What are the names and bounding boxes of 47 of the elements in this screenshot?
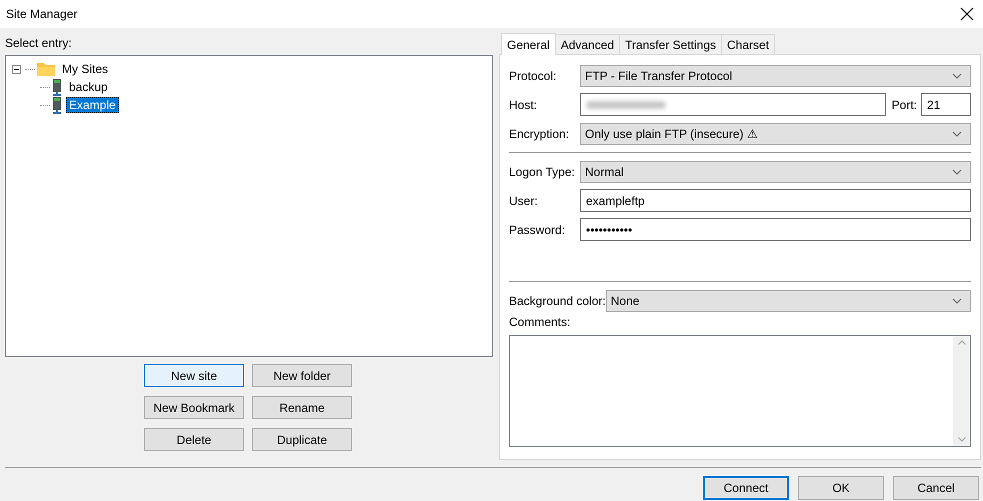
dropdown[interactable]: None xyxy=(606,290,971,312)
dropdown[interactable]: Only use plain FTP (insecure) ⚠ xyxy=(580,122,971,144)
tab[interactable]: Charset xyxy=(721,34,776,54)
input-field[interactable]: 21 xyxy=(921,93,971,116)
collapse-icon[interactable] xyxy=(12,64,21,74)
dropdown[interactable]: FTP - File Transfer Protocol xyxy=(580,64,971,86)
dropdown-value: Only use plain FTP (insecure) ⚠ xyxy=(585,126,758,140)
dialog-button[interactable]: OK xyxy=(798,476,884,500)
field-label: Protocol: xyxy=(509,68,558,82)
server-icon xyxy=(52,96,62,114)
folder-icon xyxy=(37,62,55,76)
close-icon[interactable] xyxy=(960,7,974,21)
dropdown-value: None xyxy=(610,294,640,308)
dropdown[interactable]: Normal xyxy=(580,160,971,182)
field-label: Background color: xyxy=(509,294,606,308)
field-label: Encryption: xyxy=(509,126,570,140)
dropdown-value: Normal xyxy=(585,164,624,178)
scrollbar[interactable] xyxy=(953,336,970,446)
entry-button[interactable]: New site xyxy=(144,364,244,387)
dropdown-value: FTP - File Transfer Protocol xyxy=(585,68,732,82)
field-label: Logon Type: xyxy=(509,164,576,178)
field-label: Password: xyxy=(509,222,566,236)
input-field[interactable]: exampleftp xyxy=(580,189,971,212)
tree-item[interactable]: backup xyxy=(66,79,111,95)
entry-button[interactable]: Delete xyxy=(144,428,244,451)
entry-button[interactable]: New folder xyxy=(252,364,352,387)
tab[interactable]: General xyxy=(501,33,556,55)
field-label: Host: xyxy=(509,98,538,112)
select-entry-label: Select entry: xyxy=(5,35,73,52)
input-field[interactable] xyxy=(580,93,886,116)
tab[interactable]: Transfer Settings xyxy=(619,34,722,54)
password-field[interactable]: ••••••••••• xyxy=(580,218,971,241)
scroll-down-icon[interactable] xyxy=(958,437,966,442)
dialog-button[interactable]: Connect xyxy=(703,476,789,500)
comments-field[interactable] xyxy=(509,335,971,447)
server-icon xyxy=(52,78,62,96)
entry-button[interactable]: Duplicate xyxy=(252,428,352,451)
tree-item[interactable]: My Sites xyxy=(59,61,112,77)
scroll-up-icon[interactable] xyxy=(958,340,966,345)
entry-button[interactable]: New Bookmark xyxy=(144,396,244,419)
field-label: User: xyxy=(509,194,539,208)
field-label: Comments: xyxy=(509,315,572,329)
field-label: Port: xyxy=(892,98,917,112)
tree-item[interactable]: Example xyxy=(66,97,119,113)
window-title: Site Manager xyxy=(6,7,78,21)
dialog-button[interactable]: Cancel xyxy=(893,476,979,500)
entry-button[interactable]: Rename xyxy=(252,396,352,419)
